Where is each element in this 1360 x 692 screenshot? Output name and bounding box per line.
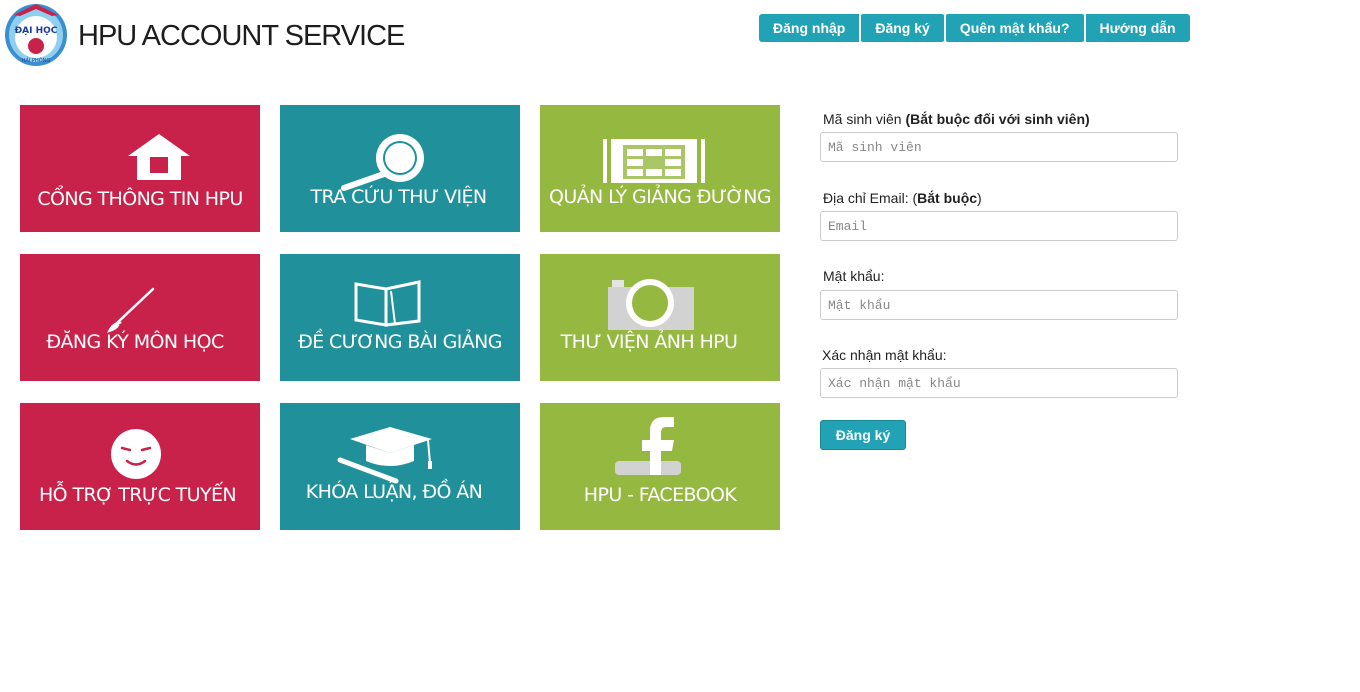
login-button[interactable]: Đăng nhập	[759, 14, 860, 42]
tile-hpu-portal[interactable]: CỔNG THÔNG TIN HPU	[20, 105, 260, 232]
tile-hpu-facebook[interactable]: HPU - FACEBOOK	[540, 403, 780, 530]
home-icon	[128, 134, 190, 180]
tile-label: HỖ TRỢ TRỰC TUYẾN	[38, 484, 237, 506]
tile-library-search[interactable]: TRA CỨU THƯ VIỆN	[280, 105, 520, 232]
site-title: HPU ACCOUNT SERVICE	[78, 20, 405, 52]
magnifier-icon	[341, 134, 424, 191]
tile-label: KHÓA LUẬN, ĐỒ ÁN	[305, 481, 483, 503]
confirm-password-input[interactable]	[820, 368, 1178, 398]
logo-text-top: ĐẠI HỌC	[15, 26, 58, 36]
smiley-icon	[111, 429, 161, 479]
tile-online-support[interactable]: HỖ TRỢ TRỰC TUYẾN	[20, 403, 260, 530]
confirm-password-label: Xác nhận mật khẩu:	[822, 347, 947, 363]
tile-label: CỔNG THÔNG TIN HPU	[37, 188, 243, 210]
building-icon	[603, 139, 705, 183]
top-nav: Đăng nhập Đăng ký Quên mật khẩu? Hướng d…	[759, 14, 1190, 42]
tile-label: ĐĂNG KÝ MÔN HỌC	[46, 331, 224, 353]
forgot-password-button[interactable]: Quên mật khẩu?	[945, 14, 1084, 42]
tile-label: QUẢN LÝ GIẢNG ĐƯỜNG	[548, 186, 772, 208]
camera-icon	[608, 279, 694, 330]
graduation-cap-icon	[337, 427, 432, 484]
tile-label: THƯ VIỆN ẢNH HPU	[560, 331, 738, 353]
password-label: Mật khẩu:	[823, 268, 885, 284]
tile-photo-library[interactable]: THƯ VIỆN ẢNH HPU	[540, 254, 780, 381]
student-id-label: Mã sinh viên (Bắt buộc đối với sinh viên…	[823, 111, 1090, 127]
tile-thesis-projects[interactable]: KHÓA LUẬN, ĐỒ ÁN	[280, 403, 520, 530]
tile-label: ĐỀ CƯƠNG BÀI GIẢNG	[298, 331, 502, 353]
register-nav-button[interactable]: Đăng ký	[861, 14, 944, 42]
student-id-input[interactable]	[820, 132, 1178, 162]
tile-lecture-hall-management[interactable]: QUẢN LÝ GIẢNG ĐƯỜNG	[540, 105, 780, 232]
book-icon	[354, 280, 421, 327]
tile-label: TRA CỨU THƯ VIỆN	[310, 186, 487, 208]
logo-text-bottom: HẢI PHÒNG	[22, 56, 51, 64]
tile-label: HPU - FACEBOOK	[583, 484, 737, 506]
password-input[interactable]	[820, 290, 1178, 320]
tile-course-registration[interactable]: ĐĂNG KÝ MÔN HỌC	[20, 254, 260, 381]
tile-lecture-syllabus[interactable]: ĐỀ CƯƠNG BÀI GIẢNG	[280, 254, 520, 381]
brush-icon	[107, 287, 155, 333]
hpu-logo[interactable]: ĐẠI HỌC HẢI PHÒNG	[2, 1, 70, 67]
facebook-icon	[615, 417, 681, 475]
guide-button[interactable]: Hướng dẫn	[1085, 14, 1190, 42]
register-submit-button[interactable]: Đăng ký	[820, 420, 906, 450]
email-input[interactable]	[820, 211, 1178, 241]
email-label: Địa chỉ Email: (Bắt buộc)	[823, 190, 982, 206]
